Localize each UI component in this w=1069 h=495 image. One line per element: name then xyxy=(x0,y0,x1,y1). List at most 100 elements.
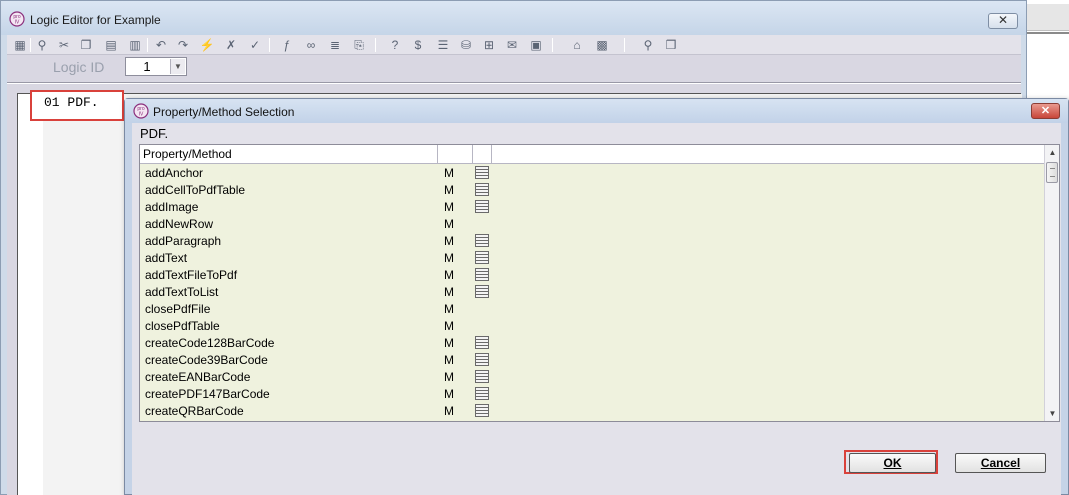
property-method-name: addImage xyxy=(145,200,199,214)
grid-icon[interactable]: ▦ xyxy=(12,37,28,53)
check-icon[interactable]: ✓ xyxy=(247,37,263,53)
table-row[interactable]: createCode128BarCode M xyxy=(140,334,1044,351)
close-icon: ✕ xyxy=(1040,105,1051,117)
editor-close-button[interactable]: ✕ xyxy=(988,13,1018,29)
property-method-table: Property/Method addAnchor MaddCellToPdfTa… xyxy=(139,144,1060,422)
table-row[interactable]: addImage M xyxy=(140,198,1044,215)
find-icon[interactable]: ⚲ xyxy=(34,37,50,53)
toolbar-separator xyxy=(147,38,148,52)
save-icon[interactable]: ▩ xyxy=(594,37,610,53)
divider xyxy=(7,82,1021,84)
documentation-icon[interactable] xyxy=(475,251,489,264)
property-method-name: createPDF147BarCode xyxy=(145,387,270,401)
scroll-up-icon[interactable]: ▲ xyxy=(1045,145,1060,160)
property-method-name: createCode128BarCode xyxy=(145,336,275,350)
documentation-icon[interactable] xyxy=(475,183,489,196)
property-method-name: closePdfFile xyxy=(145,302,211,316)
database-icon[interactable]: ⛁ xyxy=(458,37,474,53)
paste-icon[interactable]: ▤ xyxy=(103,37,119,53)
scroll-down-icon[interactable]: ▼ xyxy=(1045,406,1060,421)
link-icon[interactable]: ∞ xyxy=(303,37,319,53)
dollar-icon[interactable]: $ xyxy=(410,37,426,53)
help-icon[interactable]: ? xyxy=(387,37,403,53)
column-header-doc[interactable] xyxy=(473,145,492,163)
table-row[interactable]: createCode39BarCode M xyxy=(140,351,1044,368)
undo-icon[interactable]: ↶ xyxy=(153,37,169,53)
dialog-close-button[interactable]: ✕ xyxy=(1031,103,1060,119)
table-row[interactable]: createQRBarCode M xyxy=(140,402,1044,419)
redo-icon[interactable]: ↷ xyxy=(175,37,191,53)
logic-id-select[interactable]: 1 ▼ xyxy=(125,57,187,76)
documentation-icon[interactable] xyxy=(475,166,489,179)
table-row[interactable]: closePdfTable M xyxy=(140,317,1044,334)
background-divider xyxy=(1027,32,1069,34)
editor-titlebar[interactable]: pro IV Logic Editor for Example ✕ xyxy=(1,1,1026,35)
image-icon[interactable]: ▣ xyxy=(528,37,544,53)
documentation-icon[interactable] xyxy=(475,200,489,213)
vertical-scrollbar[interactable]: ▲ ▼ xyxy=(1044,145,1059,421)
chevron-down-icon[interactable]: ▼ xyxy=(170,59,185,74)
dialog-titlebar[interactable]: pro IV Property/Method Selection ✕ xyxy=(125,99,1068,123)
column-header-type[interactable] xyxy=(438,145,473,163)
property-method-name: addTextFileToPdf xyxy=(145,268,238,282)
function-icon[interactable]: ƒ xyxy=(279,37,295,53)
bubble-icon[interactable]: ✉ xyxy=(504,37,520,53)
member-type: M xyxy=(444,302,454,316)
member-type: M xyxy=(444,387,454,401)
zoom-icon[interactable]: ⚲ xyxy=(640,37,656,53)
documentation-icon[interactable] xyxy=(475,336,489,349)
table-row[interactable]: createEANBarCode M xyxy=(140,368,1044,385)
svg-text:IV: IV xyxy=(15,20,20,26)
documentation-icon[interactable] xyxy=(475,268,489,281)
table-row[interactable]: closePdfFile M xyxy=(140,300,1044,317)
property-method-name: addCellToPdfTable xyxy=(145,183,246,197)
member-type: M xyxy=(444,353,454,367)
open-icon[interactable]: ⌂ xyxy=(569,37,585,53)
script-icon[interactable]: ⎘ xyxy=(351,37,367,53)
scroll-thumb[interactable] xyxy=(1046,162,1058,183)
documentation-icon[interactable] xyxy=(475,404,489,417)
table-row[interactable]: addTextFileToPdf M xyxy=(140,266,1044,283)
table-row[interactable]: createPDF147BarCode M xyxy=(140,385,1044,402)
member-type: M xyxy=(444,183,454,197)
documentation-icon[interactable] xyxy=(475,387,489,400)
table-header: Property/Method xyxy=(140,145,1044,164)
table-row[interactable]: addParagraph M xyxy=(140,232,1044,249)
logic-id-label: Logic ID xyxy=(53,59,105,75)
delete-icon[interactable]: ✗ xyxy=(223,37,239,53)
insert-icon[interactable]: ⚡ xyxy=(199,37,215,53)
table-row[interactable]: addText M xyxy=(140,249,1044,266)
paste-special-icon[interactable]: ▥ xyxy=(127,37,143,53)
table-row[interactable]: addTextToList M xyxy=(140,283,1044,300)
book-icon[interactable]: ❒ xyxy=(663,37,679,53)
property-method-dialog: pro IV Property/Method Selection ✕ PDF. … xyxy=(124,98,1069,495)
text-icon[interactable]: ≣ xyxy=(327,37,343,53)
line-gutter xyxy=(18,94,43,495)
dialog-client: PDF. Property/Method addAnchor MaddCellTo… xyxy=(132,123,1061,495)
copy-icon[interactable]: ❐ xyxy=(78,37,94,53)
table-row[interactable]: addAnchor M xyxy=(140,164,1044,181)
toolbar-separator xyxy=(375,38,376,52)
toolbar: ▦ ⚲ ✂ ❐ ▤ ▥ ↶ ↷ ⚡ ✗ ✓ ƒ ∞ ≣ ⎘ ? $ ☰ ⛁ ⊞ … xyxy=(7,35,1021,55)
documentation-icon[interactable] xyxy=(475,285,489,298)
documentation-icon[interactable] xyxy=(475,370,489,383)
table-row[interactable]: addNewRow M xyxy=(140,215,1044,232)
cut-icon[interactable]: ✂ xyxy=(56,37,72,53)
documentation-icon[interactable] xyxy=(475,234,489,247)
table-row[interactable]: addCellToPdfTable M xyxy=(140,181,1044,198)
app-icon: pro IV xyxy=(9,11,25,27)
member-type: M xyxy=(444,336,454,350)
list-icon[interactable]: ☰ xyxy=(435,37,451,53)
background-toolbar xyxy=(1027,4,1069,31)
object-icon[interactable]: ⊞ xyxy=(481,37,497,53)
column-header-property-method[interactable]: Property/Method xyxy=(140,145,438,163)
property-method-name: createCode39BarCode xyxy=(145,353,268,367)
app-icon: pro IV xyxy=(133,103,149,119)
member-type: M xyxy=(444,370,454,384)
member-type: M xyxy=(444,166,454,180)
cancel-button[interactable]: Cancel xyxy=(955,453,1046,473)
ok-button[interactable]: OK xyxy=(849,453,936,473)
toolbar-separator xyxy=(30,38,31,52)
code-line-highlight[interactable]: 01 PDF. xyxy=(30,90,124,121)
documentation-icon[interactable] xyxy=(475,353,489,366)
